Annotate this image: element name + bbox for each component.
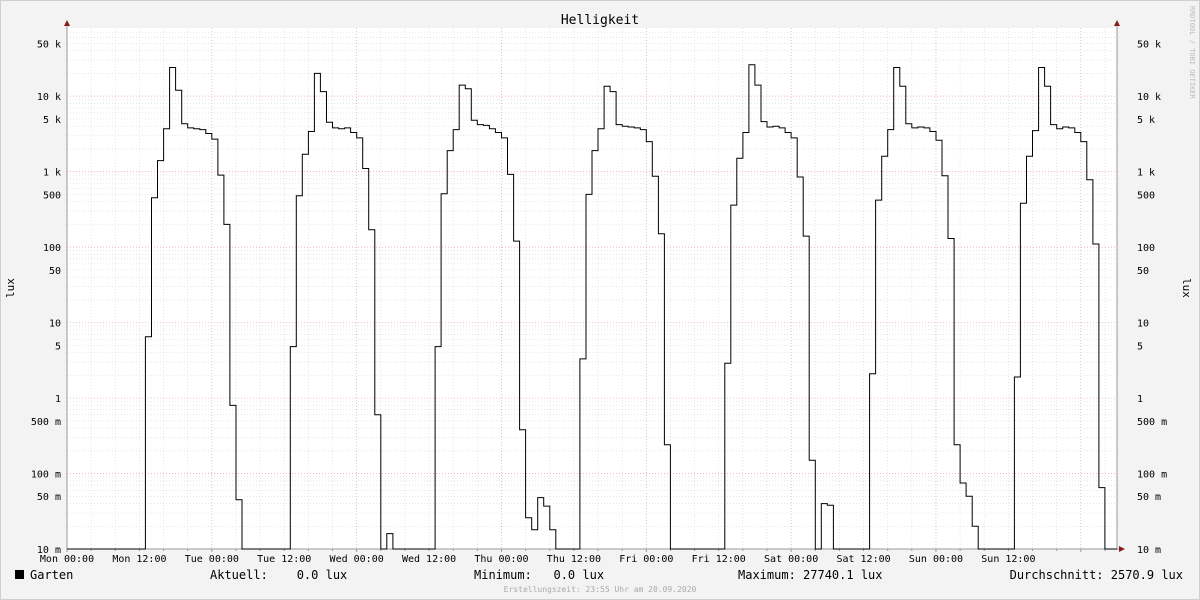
legend-series-label: Garten (30, 568, 73, 582)
creation-timestamp: Erstellungszeit: 23:55 Uhr am 20.09.2020 (504, 585, 697, 594)
x-tick-label: Sat 12:00 (836, 554, 890, 565)
y-tick-label-right: 10 k (1137, 92, 1161, 103)
y-tick-label-right: 5 (1137, 341, 1143, 352)
y-tick-label-left: 1 (55, 394, 61, 405)
x-tick-label: Thu 12:00 (547, 554, 601, 565)
x-tick-label: Sat 00:00 (764, 554, 818, 565)
x-tick-label: Mon 12:00 (112, 554, 166, 565)
y-tick-label-left: 50 (49, 266, 61, 277)
x-tick-label: Thu 00:00 (474, 554, 528, 565)
x-tick-label: Tue 00:00 (185, 554, 239, 565)
y-tick-label-left: 500 (43, 190, 61, 201)
y-tick-label-right: 50 k (1137, 39, 1161, 50)
y-tick-label-left: 500 m (31, 417, 61, 428)
y-tick-label-right: 10 m (1137, 545, 1161, 556)
y-tick-label-right: 500 (1137, 190, 1155, 201)
legend-maximum-value: Maximum: 27740.1 lux (738, 568, 883, 582)
x-tick-label: Wed 00:00 (330, 554, 384, 565)
legend-current-value: Aktuell: 0.0 lux (210, 568, 347, 582)
x-tick-label: Tue 12:00 (257, 554, 311, 565)
x-tick-label: Wed 12:00 (402, 554, 456, 565)
y-tick-label-left: 10 k (37, 92, 61, 103)
y-tick-label-left: 50 k (37, 39, 61, 50)
y-tick-label-right: 100 (1137, 243, 1155, 254)
y-tick-label-right: 50 (1137, 266, 1149, 277)
y-axis-label-right: lux (1180, 278, 1193, 298)
y-tick-label-left: 100 m (31, 470, 61, 481)
y-tick-label-right: 100 m (1137, 470, 1167, 481)
chart-title: Helligkeit (561, 13, 639, 28)
y-tick-label-right: 5 k (1137, 115, 1155, 126)
y-tick-label-right: 10 (1137, 319, 1149, 330)
x-tick-label: Sun 00:00 (909, 554, 963, 565)
y-tick-label-left: 1 k (43, 168, 61, 179)
x-tick-label: Sun 12:00 (981, 554, 1035, 565)
y-tick-label-right: 50 m (1137, 492, 1161, 503)
x-tick-label: Fri 00:00 (619, 554, 673, 565)
y-tick-label-left: 10 (49, 319, 61, 330)
x-tick-label: Fri 12:00 (692, 554, 746, 565)
rrdtool-watermark: RRDTOOL / TOBI OETIKER (1188, 6, 1196, 100)
y-tick-label-right: 500 m (1137, 417, 1167, 428)
legend-swatch (15, 570, 24, 579)
y-tick-label-right: 1 k (1137, 168, 1155, 179)
brightness-chart: 50 k 50 k 10 k 10 k 5 k 5 k 1 k 1 k 500 500 100 100… (0, 0, 1200, 600)
y-axis-label-left: lux (4, 278, 17, 298)
y-tick-label-right: 1 (1137, 394, 1143, 405)
x-tick-label: Mon 00:00 (40, 554, 94, 565)
legend-average-value: Durchschnitt: 2570.9 lux (1010, 568, 1183, 582)
y-tick-label-left: 50 m (37, 492, 61, 503)
y-tick-label-left: 100 (43, 243, 61, 254)
legend-minimum-value: Minimum: 0.0 lux (474, 568, 604, 582)
y-tick-label-left: 5 (55, 341, 61, 352)
y-tick-label-left: 5 k (43, 115, 61, 126)
plot-area (67, 28, 1117, 549)
